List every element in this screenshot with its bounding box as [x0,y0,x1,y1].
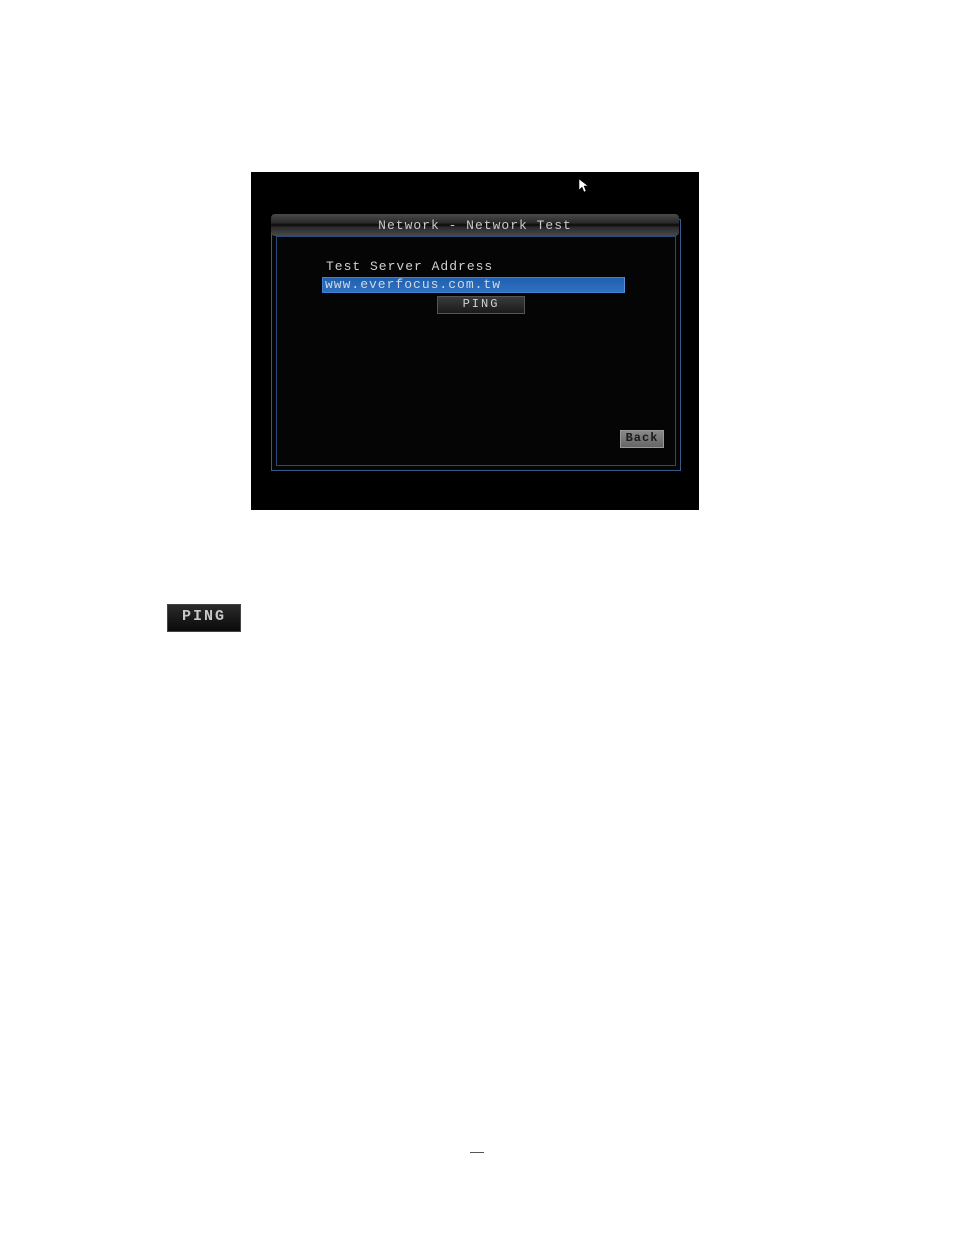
ping-button[interactable]: PING [437,296,525,314]
dialog-panel: Test Server Address www.everfocus.com.tw… [271,219,681,471]
ping-badge: PING [167,604,241,632]
cursor-icon [579,179,589,196]
footer-dash-icon [470,1152,484,1154]
panel-inner: Test Server Address www.everfocus.com.tw… [276,236,676,466]
dialog-title: Network - Network Test [378,218,572,233]
dialog-titlebar: Network - Network Test [271,214,679,236]
server-address-label: Test Server Address [326,259,493,274]
back-button[interactable]: Back [620,430,664,448]
server-address-input[interactable]: www.everfocus.com.tw [322,277,625,293]
network-test-screenshot: Network - Network Test Test Server Addre… [251,172,699,510]
